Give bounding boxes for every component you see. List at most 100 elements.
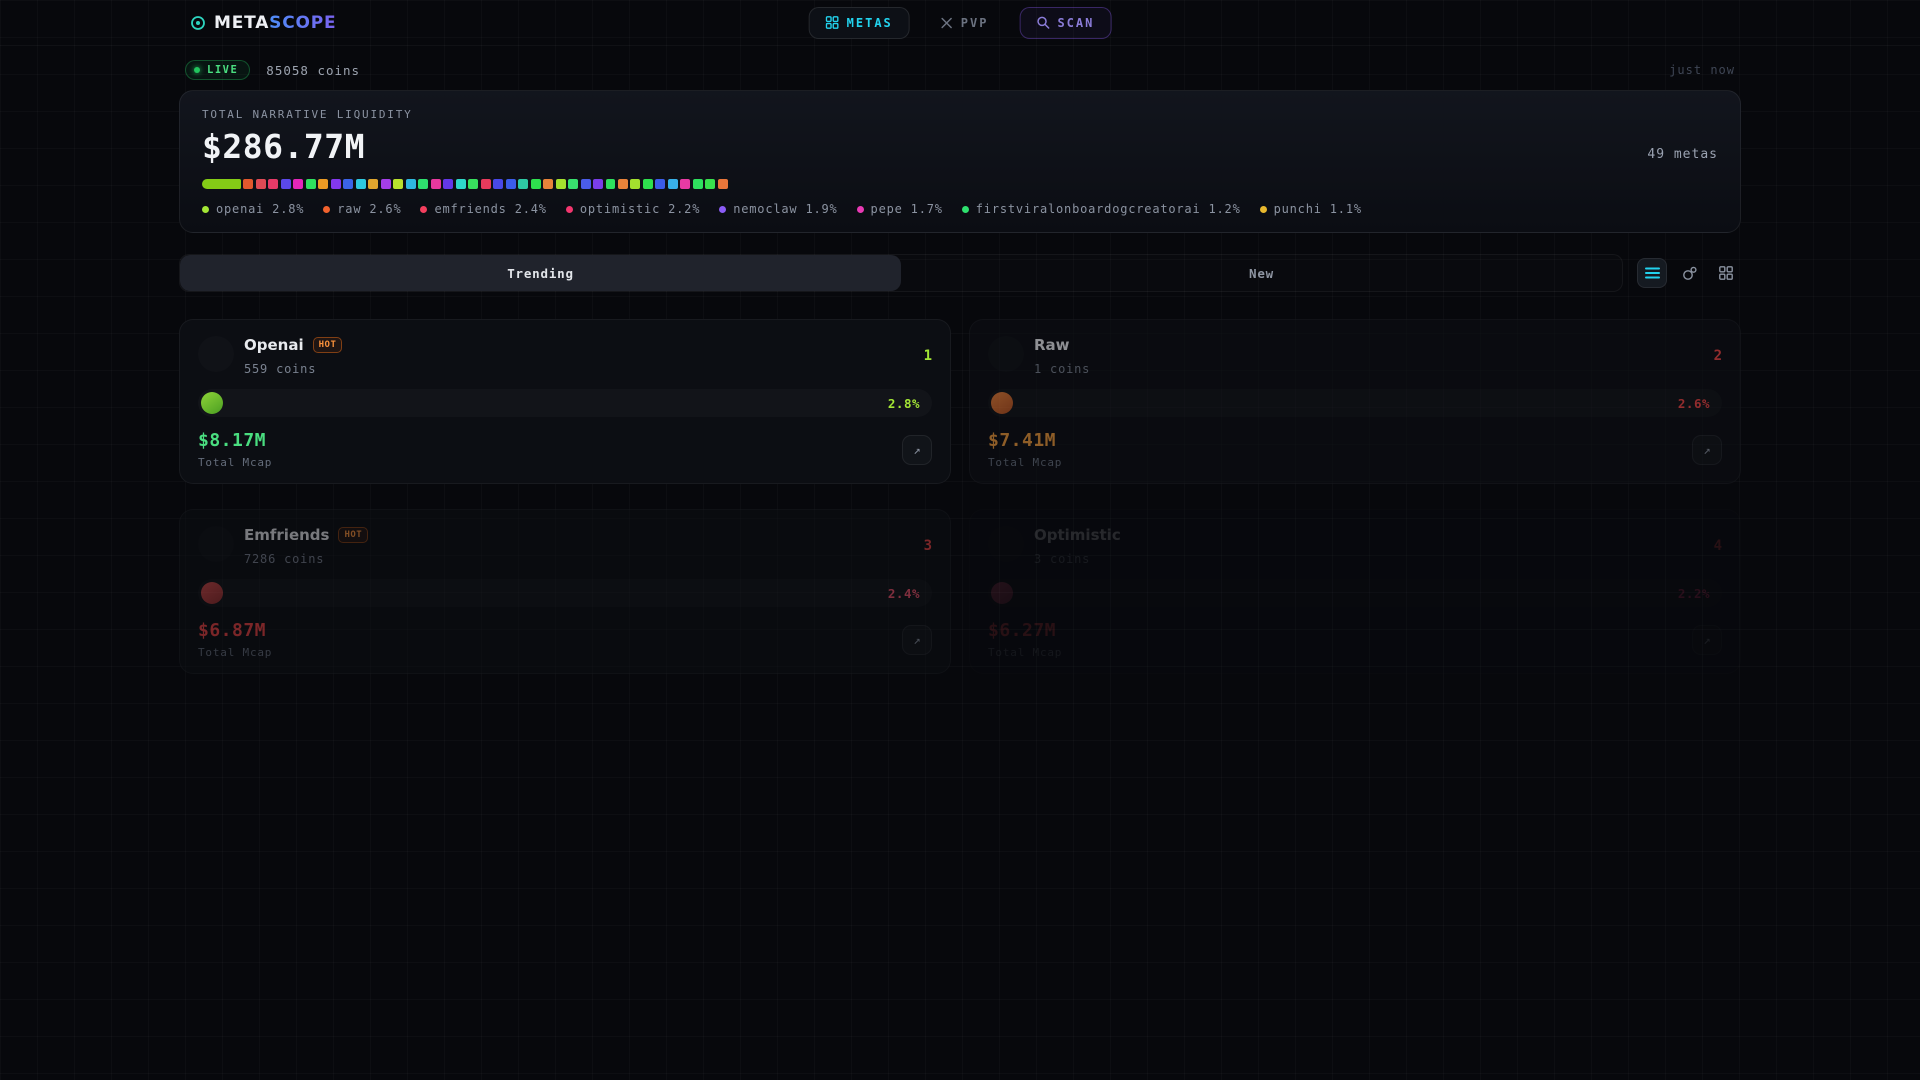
- meta-name: Raw: [1034, 336, 1070, 354]
- nav-scan-button[interactable]: SCAN: [1019, 6, 1112, 39]
- tab-trending[interactable]: Trending: [180, 255, 901, 291]
- open-meta-button[interactable]: ↗: [902, 434, 932, 465]
- liquidity-segment: [455, 179, 466, 189]
- card-top: Openai HOT 559 coins 1: [198, 336, 932, 376]
- liquidity-segment: [680, 179, 691, 189]
- liquidity-segment: [393, 179, 404, 189]
- app-logo: METASCOPE: [190, 13, 336, 33]
- grid-view-button[interactable]: [1711, 258, 1741, 288]
- meta-card-raw[interactable]: Raw 1 coins 2 2.6% $7.41M Total Mcap ↗: [969, 319, 1741, 484]
- legend-dot-icon: [420, 205, 428, 213]
- liquidity-segment: [568, 179, 579, 189]
- liquidity-segment: [430, 179, 441, 189]
- app-header: METASCOPE METAS PVP SCAN: [0, 0, 1920, 46]
- main-content: LIVE 85058 coins just now TOTAL NARRATIV…: [179, 60, 1741, 674]
- meta-mcap-label: Total Mcap: [198, 646, 273, 659]
- open-meta-button[interactable]: ↗: [902, 624, 932, 655]
- liquidity-segment: [605, 179, 616, 189]
- legend-dot-icon: [719, 205, 727, 213]
- liquidity-segment: [617, 179, 628, 189]
- meta-avatar: [988, 526, 1024, 562]
- liquidity-segment: [642, 179, 653, 189]
- liquidity-segment: [330, 179, 341, 189]
- hot-badge: HOT: [338, 527, 369, 543]
- magnifier-icon: [1036, 16, 1050, 29]
- liquidity-segment: [280, 179, 291, 189]
- bubbles-icon: [1682, 266, 1697, 281]
- legend-item: optimistic 2.2%: [565, 202, 700, 216]
- liquidity-value: $286.77M: [202, 127, 365, 166]
- grid-icon: [825, 16, 839, 29]
- meta-percent: 2.6%: [1677, 395, 1710, 411]
- legend-item: openai 2.8%: [202, 202, 304, 216]
- meta-card-emfriends[interactable]: Emfriends HOT 7286 coins 3 2.4% $6.87M T…: [179, 509, 951, 674]
- list-view-button[interactable]: [1637, 258, 1667, 288]
- legend-item: nemoclaw 1.9%: [719, 202, 837, 216]
- live-label: LIVE: [207, 64, 239, 76]
- legend-dot-icon: [323, 205, 331, 213]
- metas-count: 49 metas: [1647, 147, 1718, 162]
- liquidity-segment: [555, 179, 566, 189]
- meta-progress-bar: 2.8%: [198, 389, 932, 417]
- legend-dot-icon: [856, 205, 864, 213]
- meta-avatar: [198, 526, 234, 562]
- last-updated: just now: [1669, 63, 1735, 77]
- meta-progress-bar: 2.6%: [988, 389, 1722, 417]
- liquidity-segment: [667, 179, 678, 189]
- status-row: LIVE 85058 coins just now: [185, 60, 1735, 80]
- legend-item: firstviralonboardogcreatorai 1.2%: [961, 202, 1241, 216]
- meta-coins-count: 7286 coins: [244, 552, 325, 566]
- meta-rank: 2: [1713, 348, 1722, 364]
- sort-tabs: Trending New: [179, 254, 1623, 292]
- nav-metas-label: METAS: [846, 15, 893, 30]
- live-dot-icon: [194, 67, 200, 73]
- liquidity-segment: [480, 179, 491, 189]
- liquidity-segment: [518, 179, 529, 189]
- legend-dot-icon: [961, 205, 969, 213]
- metas-grid: Openai HOT 559 coins 1 2.8% $8.17M Total…: [179, 319, 1741, 674]
- grid-icon: [1719, 266, 1733, 280]
- meta-progress-bar: 2.4%: [198, 579, 932, 607]
- liquidity-segment: [530, 179, 541, 189]
- liquidity-segment: [493, 179, 504, 189]
- logo-text: METASCOPE: [214, 13, 336, 33]
- liquidity-segment: [580, 179, 591, 189]
- liquidity-segment: [255, 179, 266, 189]
- meta-rank: 1: [923, 348, 932, 364]
- meta-progress-bar: 2.2%: [988, 579, 1722, 607]
- legend-dot-icon: [565, 205, 573, 213]
- meta-thumb: [991, 582, 1013, 604]
- liquidity-segment: [268, 179, 279, 189]
- legend-item: punchi 1.1%: [1259, 202, 1362, 216]
- liquidity-segment: [293, 179, 304, 189]
- card-bottom: $6.87M Total Mcap ↗: [198, 620, 932, 659]
- meta-mcap-label: Total Mcap: [988, 456, 1063, 469]
- open-meta-button[interactable]: ↗: [1692, 624, 1722, 655]
- liquidity-value-row: $286.77M 49 metas: [202, 121, 1718, 166]
- meta-avatar: [198, 336, 234, 372]
- liquidity-segment: [505, 179, 516, 189]
- meta-card-openai[interactable]: Openai HOT 559 coins 1 2.8% $8.17M Total…: [179, 319, 951, 484]
- meta-mcap-value: $6.87M: [198, 620, 267, 641]
- liquidity-bar-segments: [202, 179, 728, 189]
- meta-mcap-value: $7.41M: [988, 430, 1057, 451]
- liquidity-segment: [355, 179, 366, 189]
- liquidity-segment: [318, 179, 329, 189]
- mcap-block: $8.17M Total Mcap: [198, 430, 272, 469]
- card-top: Optimistic 3 coins 4: [988, 526, 1722, 566]
- meta-name: Emfriends: [244, 526, 330, 544]
- open-meta-button[interactable]: ↗: [1692, 434, 1722, 465]
- logo-meta: META: [214, 12, 270, 33]
- liquidity-segment: [243, 179, 254, 189]
- liquidity-segment: [468, 179, 479, 189]
- meta-card-optimistic[interactable]: Optimistic 3 coins 4 2.2% $6.27M Total M…: [969, 509, 1741, 674]
- mcap-block: $6.87M Total Mcap: [198, 620, 272, 659]
- bubble-view-button[interactable]: [1674, 258, 1704, 288]
- meta-rank: 3: [923, 538, 932, 554]
- meta-rank: 4: [1713, 538, 1722, 554]
- nav-metas-button[interactable]: METAS: [808, 6, 910, 39]
- nav-pvp-button[interactable]: PVP: [924, 7, 1006, 39]
- meta-thumb: [201, 392, 223, 414]
- tab-new[interactable]: New: [901, 255, 1622, 291]
- view-toggles: [1637, 258, 1741, 288]
